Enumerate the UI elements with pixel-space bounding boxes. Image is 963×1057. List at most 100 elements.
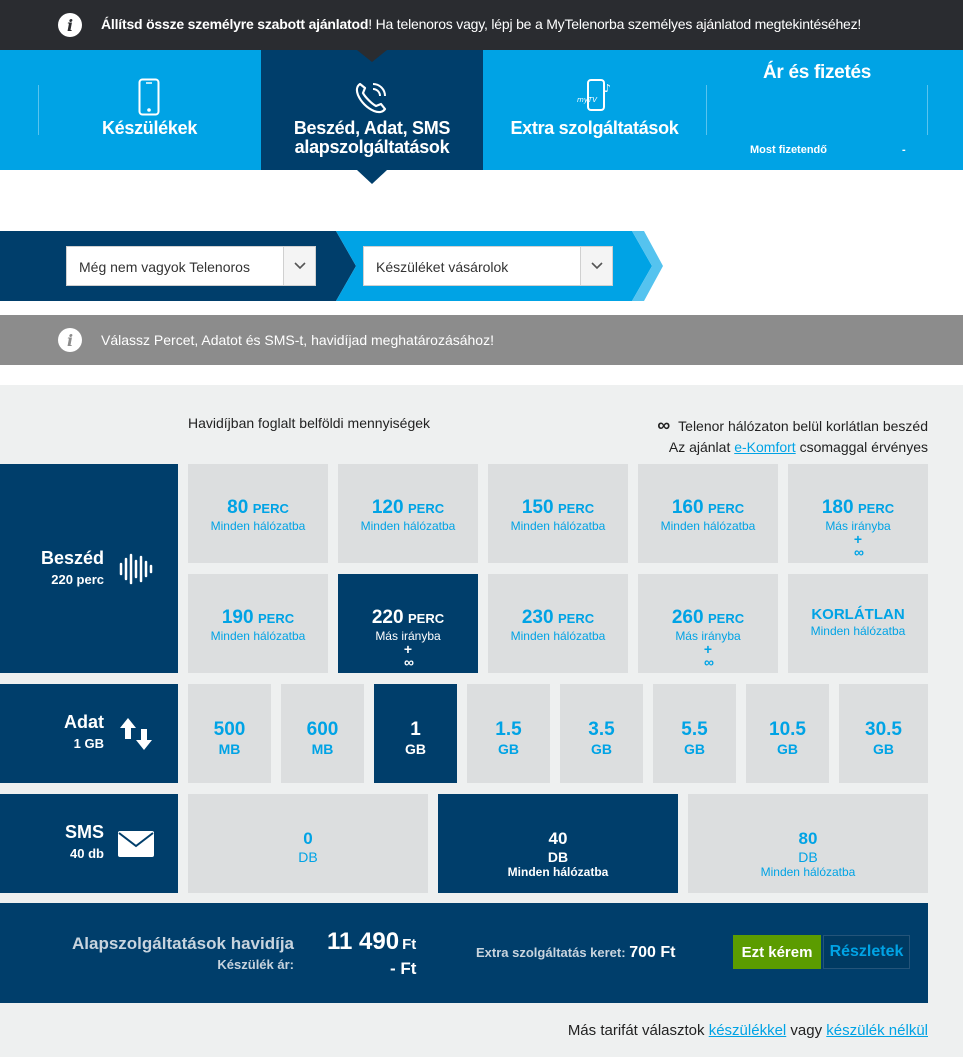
info-icon: i — [58, 13, 82, 37]
e-komfort-link[interactable]: e-Komfort — [734, 439, 795, 455]
infinity-icon: ∞ — [404, 654, 414, 670]
speech-option-150[interactable]: 150 PERC Minden hálózatba — [488, 464, 628, 563]
tile-unit: DB — [547, 849, 569, 865]
sms-label: SMS — [64, 822, 104, 842]
tile-subtext: Minden hálózatba — [660, 519, 756, 533]
tile-subtext: Minden hálózatba — [810, 624, 906, 638]
top-info-bar: i Állítsd össze személyre szabott ajánla… — [0, 0, 963, 50]
with-device-link[interactable]: készülékkel — [709, 1022, 787, 1039]
speech-option-120[interactable]: 120 PERC Minden hálózatba — [338, 464, 478, 563]
tile-subtext: Minden hálózatba — [210, 519, 306, 533]
speech-option-180[interactable]: 180 PERC Más irányba + ∞ — [788, 464, 928, 563]
info-icon: i — [58, 328, 82, 352]
data-row-label: Adat 1 GB — [0, 684, 178, 783]
tile-unit: GB — [591, 741, 612, 757]
tile-number: 190 — [221, 607, 254, 628]
data-label: Adat — [64, 712, 104, 732]
extra-budget: Extra szolgáltatás keret: 700 Ft — [476, 944, 675, 962]
data-option-1-5gb[interactable]: 1.5 GB — [467, 684, 550, 783]
tile-unit: GB — [777, 741, 798, 757]
data-option-1gb-selected[interactable]: 1 GB — [374, 684, 457, 783]
tile-number: 80 — [798, 829, 818, 848]
details-button[interactable]: Részletek — [823, 935, 910, 969]
tile-number: 150 — [521, 497, 554, 518]
price-summary: Alapszolgáltatások havidíja Készülék ár:… — [0, 903, 928, 1003]
chevron-down-icon[interactable] — [283, 247, 315, 285]
sms-option-40-selected[interactable]: 40 DB Minden hálózatba — [438, 794, 678, 893]
tile-subtext: Minden hálózatba — [760, 865, 856, 879]
device-price-label: Készülék ár: — [217, 957, 294, 972]
sms-option-0[interactable]: 0 DB — [188, 794, 428, 893]
tile-number: 0 — [303, 829, 313, 848]
customer-type-selectors: Még nem vagyok Telenoros Készüléket vásá… — [0, 231, 963, 301]
phone-call-icon — [355, 82, 387, 114]
data-option-10-5gb[interactable]: 10.5 GB — [746, 684, 829, 783]
tile-unit: PERC — [708, 501, 745, 516]
extra-budget-value: 700 Ft — [629, 944, 676, 961]
data-option-30-5gb[interactable]: 30.5 GB — [839, 684, 928, 783]
tab-basic-services-label-2: alapszolgáltatások — [294, 137, 450, 157]
extra-budget-label: Extra szolgáltatás keret: — [476, 945, 626, 960]
data-option-600mb[interactable]: 600 MB — [281, 684, 364, 783]
device-price-value: - Ft — [390, 959, 417, 978]
data-option-500mb[interactable]: 500 MB — [188, 684, 271, 783]
speech-row-label: Beszéd 220 perc — [0, 464, 178, 673]
or-text: vagy — [786, 1022, 827, 1039]
tile-number: 230 — [521, 607, 554, 628]
tab-basic-services[interactable]: Beszéd, Adat, SMS alapszolgáltatások — [261, 50, 483, 170]
tile-number: 260 — [671, 607, 704, 628]
mytv-phone-icon: myTV ♪ — [577, 79, 611, 111]
speech-option-unlimited[interactable]: KORLÁTLAN Minden hálózatba — [788, 574, 928, 673]
tile-number: 1 — [410, 719, 421, 740]
tab-devices-label: Készülékek — [101, 118, 198, 138]
telenor-status-select[interactable]: Még nem vagyok Telenoros — [66, 246, 316, 286]
tile-unit: PERC — [558, 501, 595, 516]
tile-unit: PERC — [708, 611, 745, 626]
tile-number: 600 — [306, 719, 339, 740]
step-navigation: Készülékek Beszéd, Adat, SMS alapszolgál… — [0, 50, 963, 170]
soundwave-icon — [119, 553, 153, 585]
telenor-status-value: Még nem vagyok Telenoros — [79, 259, 250, 275]
speech-option-260[interactable]: 260 PERC Más irányba + ∞ — [638, 574, 778, 673]
sms-option-80[interactable]: 80 DB Minden hálózatba — [688, 794, 928, 893]
accept-button[interactable]: Ezt kérem — [733, 935, 821, 969]
up-down-arrows-icon — [120, 718, 152, 750]
tile-number: 3.5 — [588, 719, 615, 740]
speech-option-160[interactable]: 160 PERC Minden hálózatba — [638, 464, 778, 563]
tile-number: 160 — [671, 497, 704, 518]
speech-value: 220 perc — [51, 572, 104, 587]
monthly-fee-amount: 11 490 — [327, 928, 400, 955]
infinity-icon: ∞ — [854, 544, 864, 560]
pay-now-label: Most fizetendő — [750, 144, 827, 156]
chevron-down-icon[interactable] — [580, 247, 612, 285]
topbar-pointer — [357, 50, 387, 62]
sms-value: 40 db — [70, 846, 104, 861]
tile-unit: MB — [311, 741, 334, 757]
tab-extra-services[interactable]: myTV ♪ Extra szolgáltatások — [483, 50, 706, 170]
tab-price-payment[interactable]: Ár és fizetés Most fizetendő - — [706, 50, 928, 170]
sms-row-label: SMS 40 db — [0, 794, 178, 893]
tile-unit: PERC — [408, 501, 445, 516]
without-device-link[interactable]: készülék nélkül — [826, 1022, 928, 1039]
speech-option-230[interactable]: 230 PERC Minden hálózatba — [488, 574, 628, 673]
tile-unit: MB — [218, 741, 241, 757]
tile-number: 40 — [548, 829, 568, 848]
tile-number: KORLÁTLAN — [811, 606, 905, 623]
purchase-type-select[interactable]: Készüléket vásárolok — [363, 246, 613, 286]
offer-note-post: csomaggal érvényes — [795, 439, 928, 455]
tile-number: 180 — [821, 497, 854, 518]
data-option-3-5gb[interactable]: 3.5 GB — [560, 684, 643, 783]
data-option-5-5gb[interactable]: 5.5 GB — [653, 684, 736, 783]
tile-subtext: Minden hálózatba — [510, 629, 606, 643]
tab-devices[interactable]: Készülékek — [38, 50, 261, 170]
gray-info-text: Válassz Percet, Adatot és SMS-t, havidíj… — [101, 332, 494, 348]
speech-option-190[interactable]: 190 PERC Minden hálózatba — [188, 574, 328, 673]
tile-unit: GB — [684, 741, 705, 757]
tile-subtext: Minden hálózatba — [507, 865, 609, 879]
included-amounts-heading: Havidíjban foglalt belföldi mennyiségek — [188, 415, 431, 431]
speech-option-220-selected[interactable]: 220 PERC Más irányba + ∞ — [338, 574, 478, 673]
gray-info-bar: i Válassz Percet, Adatot és SMS-t, havid… — [0, 315, 963, 365]
speech-option-80[interactable]: 80 PERC Minden hálózatba — [188, 464, 328, 563]
tile-unit: DB — [298, 849, 318, 865]
tile-number: 10.5 — [769, 719, 806, 740]
